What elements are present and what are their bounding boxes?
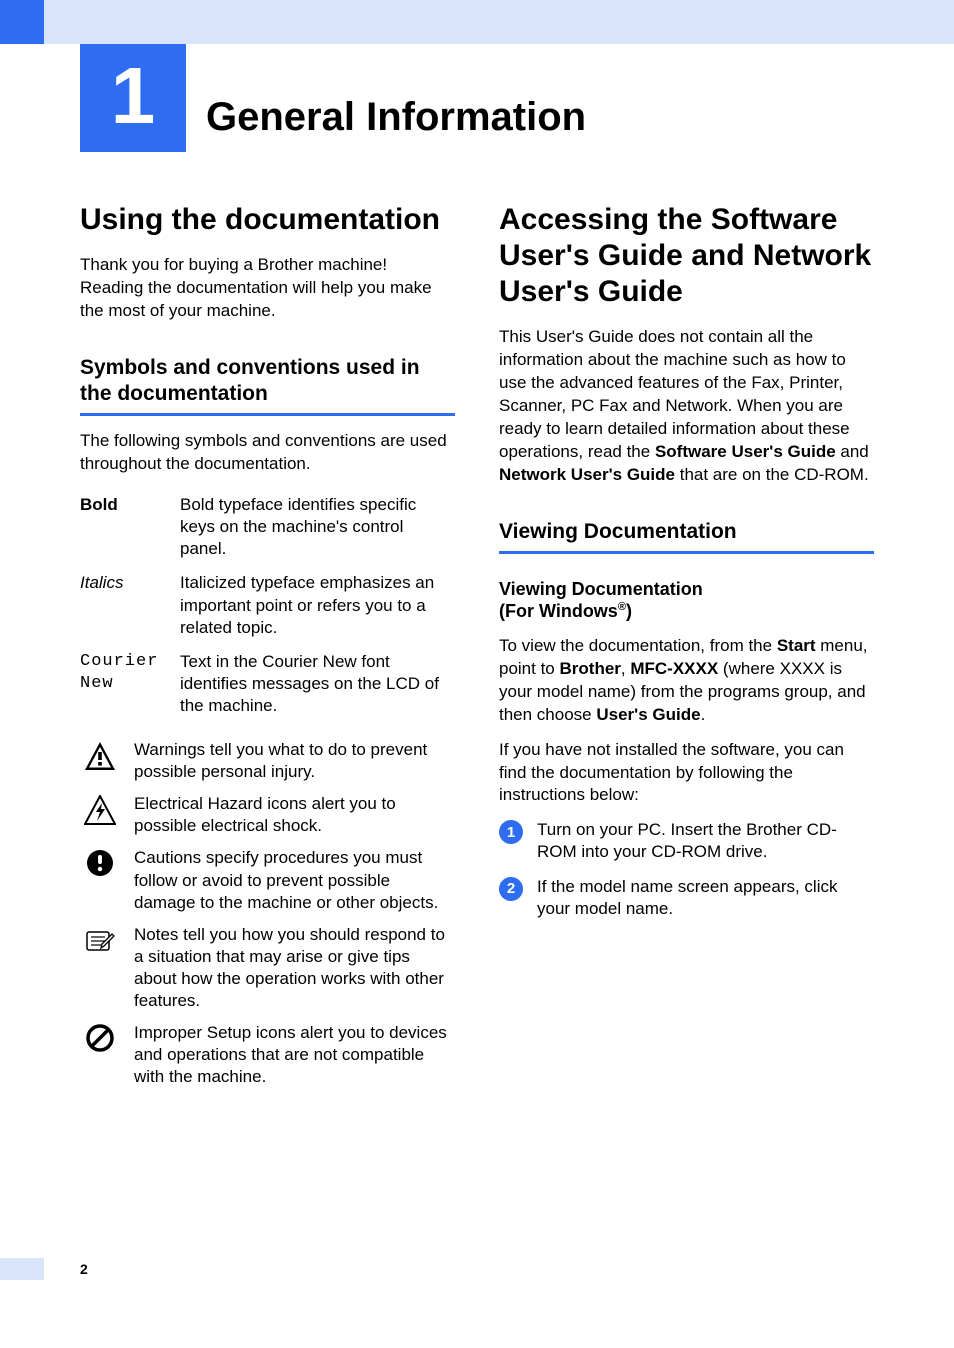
electrical-hazard-icon	[80, 793, 120, 825]
viewing-p2: If you have not installed the software, …	[499, 739, 874, 808]
improper-text: Improper Setup icons alert you to device…	[134, 1022, 455, 1088]
intro-text: Thank you for buying a Brother machine! …	[80, 254, 455, 323]
txt-bold: Software User's Guide	[655, 442, 836, 461]
txt: This User's Guide does not contain all t…	[499, 327, 850, 461]
step-2: 2 If the model name screen appears, clic…	[499, 876, 874, 920]
note-text: Notes tell you how you should respond to…	[134, 924, 455, 1012]
bold-label: Bold	[80, 488, 180, 566]
mini-line1: Viewing Documentation	[499, 579, 703, 599]
subsection-viewing: Viewing Documentation	[499, 519, 874, 545]
page-number: 2	[80, 1261, 88, 1277]
txt-bold: User's Guide	[596, 705, 700, 724]
txt-bold: MFC-XXXX	[630, 659, 718, 678]
txt-bold: Brother	[560, 659, 621, 678]
mini-heading-windows: Viewing Documentation (For Windows®)	[499, 578, 874, 623]
chapter-number: 1	[80, 44, 186, 152]
mini-line2b: )	[626, 601, 632, 621]
section-using-docs: Using the documentation	[80, 202, 455, 238]
rule	[499, 551, 874, 554]
rule	[80, 413, 455, 416]
chapter-title: General Information	[206, 95, 586, 152]
txt-bold: Start	[777, 636, 816, 655]
step-number-2: 2	[499, 877, 523, 901]
section-accessing: Accessing the Software User's Guide and …	[499, 202, 874, 310]
step-1: 1 Turn on your PC. Insert the Brother CD…	[499, 819, 874, 863]
caution-text: Cautions specify procedures you must fol…	[134, 847, 455, 913]
right-column: Accessing the Software User's Guide and …	[499, 202, 874, 1098]
courier-desc: Text in the Courier New font identifies …	[180, 645, 455, 723]
italics-label: Italics	[80, 566, 180, 644]
page-footer: 2	[80, 1258, 874, 1280]
bold-desc: Bold typeface identifies specific keys o…	[180, 488, 455, 566]
courier-label: Courier New	[80, 645, 180, 723]
electrical-text: Electrical Hazard icons alert you to pos…	[134, 793, 455, 837]
txt: .	[701, 705, 706, 724]
txt-bold: Network User's Guide	[499, 465, 675, 484]
footer-accent	[0, 1258, 44, 1280]
note-icon	[80, 924, 120, 954]
warning-text: Warnings tell you what to do to prevent …	[134, 739, 455, 783]
step-number-1: 1	[499, 820, 523, 844]
txt: and	[836, 442, 869, 461]
left-column: Using the documentation Thank you for bu…	[80, 202, 455, 1098]
txt: ,	[621, 659, 630, 678]
warning-icon	[80, 739, 120, 771]
accessing-intro: This User's Guide does not contain all t…	[499, 326, 874, 487]
txt: that are on the CD-ROM.	[675, 465, 869, 484]
registered-mark: ®	[618, 601, 626, 613]
italics-desc: Italicized typeface emphasizes an import…	[180, 566, 455, 644]
caution-icon	[80, 847, 120, 877]
symbols-intro: The following symbols and conventions ar…	[80, 430, 455, 476]
viewing-p1: To view the documentation, from the Star…	[499, 635, 874, 727]
subsection-symbols: Symbols and conventions used in the docu…	[80, 355, 455, 408]
icon-list: Warnings tell you what to do to prevent …	[80, 739, 455, 1088]
chapter-header: 1 General Information	[80, 44, 874, 152]
header-accent	[0, 0, 954, 44]
mini-line2a: (For Windows	[499, 601, 618, 621]
step-1-text: Turn on your PC. Insert the Brother CD-R…	[537, 819, 874, 863]
txt: To view the documentation, from the	[499, 636, 777, 655]
improper-setup-icon	[80, 1022, 120, 1052]
typeface-table: Bold Bold typeface identifies specific k…	[80, 488, 455, 723]
step-2-text: If the model name screen appears, click …	[537, 876, 874, 920]
